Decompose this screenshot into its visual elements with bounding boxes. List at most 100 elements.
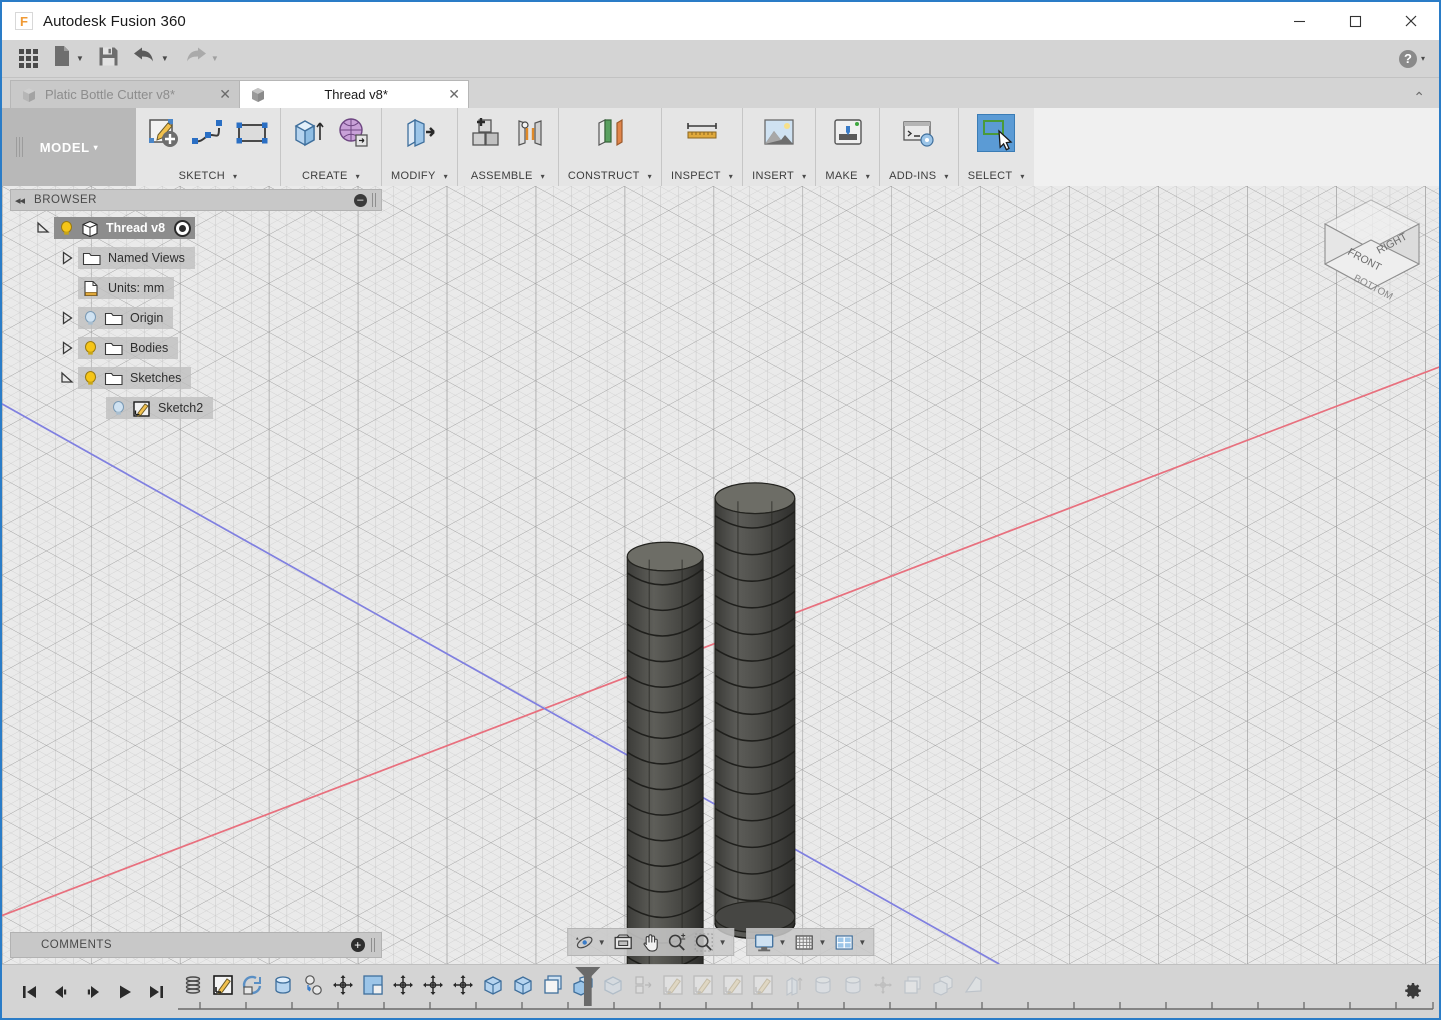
pattern-feature-icon[interactable]: [538, 970, 568, 1000]
pan-button[interactable]: [639, 930, 663, 954]
panel-label[interactable]: CREATE ▾: [302, 170, 360, 182]
tree-item-bodies[interactable]: Bodies: [10, 337, 382, 359]
help-button[interactable]: ? ▾: [1398, 49, 1425, 68]
sketch2-feature-icon[interactable]: [658, 970, 688, 1000]
select-icon[interactable]: [977, 114, 1016, 152]
insert-image-icon[interactable]: [760, 114, 798, 152]
extrude-feature-icon[interactable]: [778, 970, 808, 1000]
close-button[interactable]: [1383, 2, 1439, 40]
panel-label[interactable]: CONSTRUCT ▾: [568, 170, 652, 182]
move2-feature-icon[interactable]: [868, 970, 898, 1000]
maximize-button[interactable]: [1327, 2, 1383, 40]
3d-print-icon[interactable]: [829, 114, 867, 152]
fillet2-feature-icon[interactable]: [838, 970, 868, 1000]
visibility-bulb-icon[interactable]: [82, 340, 99, 357]
move-feature-icon[interactable]: [328, 970, 358, 1000]
box3-feature-icon[interactable]: [598, 970, 628, 1000]
panel-label[interactable]: SKETCH ▾: [179, 170, 238, 182]
3d-viewport[interactable]: ◂◂ BROWSER – Thread v8 Named Views Units…: [2, 186, 1439, 964]
step-back-button[interactable]: [46, 977, 76, 1007]
redo-button[interactable]: ▼: [178, 44, 224, 74]
add-comment-icon[interactable]: +: [351, 938, 365, 952]
play-button[interactable]: [110, 977, 140, 1007]
offset-plane-icon[interactable]: [591, 114, 629, 152]
measure-icon[interactable]: [683, 114, 721, 152]
visibility-bulb-icon[interactable]: [58, 220, 75, 237]
panel-label[interactable]: ASSEMBLE ▾: [471, 170, 545, 182]
extrude-icon[interactable]: [290, 114, 328, 152]
sketch5-feature-icon[interactable]: [748, 970, 778, 1000]
collapsed-triangle-icon[interactable]: [58, 339, 76, 357]
expanded-triangle-icon[interactable]: [34, 219, 52, 237]
shell-feature-icon[interactable]: [358, 970, 388, 1000]
mirror-feature-icon[interactable]: [958, 970, 988, 1000]
box2-feature-icon[interactable]: [508, 970, 538, 1000]
document-tab-thread[interactable]: Thread v8* ✕: [239, 80, 469, 108]
tree-item-sketch2[interactable]: Sketch2: [10, 397, 382, 419]
panel-label[interactable]: INSERT ▾: [752, 170, 806, 182]
tree-item-sketches[interactable]: Sketches: [10, 367, 382, 389]
close-icon[interactable]: ✕: [438, 86, 460, 103]
new-component-icon[interactable]: [467, 114, 505, 152]
panel-label[interactable]: ADD-INS ▾: [889, 170, 949, 182]
copy-paste-feature-icon[interactable]: [568, 970, 598, 1000]
panel-label[interactable]: MAKE ▾: [825, 170, 870, 182]
visibility-bulb-icon[interactable]: [110, 400, 127, 417]
coil-feature-icon[interactable]: [178, 970, 208, 1000]
tree-item-named-views[interactable]: Named Views: [10, 247, 382, 269]
pattern2-feature-icon[interactable]: [898, 970, 928, 1000]
move-copy-feature-icon[interactable]: [388, 970, 418, 1000]
zoom-window-button[interactable]: ▼: [692, 930, 730, 954]
new-document-button[interactable]: ▼: [47, 44, 89, 74]
panel-label[interactable]: INSPECT ▾: [671, 170, 733, 182]
spline-icon[interactable]: [189, 114, 227, 152]
cylinder-feature-icon[interactable]: [268, 970, 298, 1000]
joint-icon[interactable]: [511, 114, 549, 152]
tree-item-origin[interactable]: Origin: [10, 307, 382, 329]
copy2-feature-icon[interactable]: [928, 970, 958, 1000]
collapsed-triangle-icon[interactable]: [58, 249, 76, 267]
step-forward-button[interactable]: [78, 977, 108, 1007]
resize-grip-icon[interactable]: [372, 193, 377, 207]
comments-panel[interactable]: COMMENTS +: [10, 932, 382, 958]
tree-item-units[interactable]: Units: mm: [10, 277, 382, 299]
look-at-button[interactable]: [611, 930, 637, 954]
collapsed-triangle-icon[interactable]: [58, 309, 76, 327]
timeline-settings-button[interactable]: [1393, 982, 1433, 1002]
activate-component-radio[interactable]: [174, 219, 192, 237]
sketch3-feature-icon[interactable]: [688, 970, 718, 1000]
tree-item-thread-v8[interactable]: Thread v8: [10, 217, 382, 239]
undo-button[interactable]: ▼: [128, 44, 174, 74]
skip-to-start-button[interactable]: [14, 977, 44, 1007]
orbit-button[interactable]: ▼: [572, 930, 609, 954]
box-feature-icon[interactable]: [478, 970, 508, 1000]
skip-to-end-button[interactable]: [142, 977, 172, 1007]
combine-feature-icon[interactable]: [298, 970, 328, 1000]
panel-label[interactable]: MODIFY ▾: [391, 170, 448, 182]
zoom-button[interactable]: [665, 930, 690, 954]
resize-grip-icon[interactable]: [371, 938, 376, 952]
display-settings-button[interactable]: ▼: [752, 930, 790, 954]
rectangle-icon[interactable]: [233, 114, 271, 152]
move-copy2-feature-icon[interactable]: [418, 970, 448, 1000]
grid-snaps-button[interactable]: ▼: [791, 930, 829, 954]
create-sketch-icon[interactable]: [145, 114, 183, 152]
thread-body-left[interactable]: [626, 541, 704, 964]
press-pull-icon[interactable]: [400, 114, 438, 152]
minimize-button[interactable]: [1271, 2, 1327, 40]
scripts-addins-icon[interactable]: [900, 114, 938, 152]
view-cube[interactable]: FRONT RIGHT BOTTOM: [1313, 192, 1433, 303]
create-form-icon[interactable]: [334, 114, 372, 152]
app-grid-button[interactable]: [14, 44, 43, 74]
collapse-ribbon-icon[interactable]: ⌃: [1413, 89, 1425, 106]
workspace-switcher[interactable]: MODEL ▾: [2, 108, 136, 186]
visibility-bulb-icon[interactable]: [82, 370, 99, 387]
collapse-panel-icon[interactable]: ◂◂: [15, 194, 25, 207]
thread-body-right[interactable]: [714, 482, 796, 940]
sketch-feature-icon[interactable]: [208, 970, 238, 1000]
document-tab-plastic-bottle-cutter[interactable]: Platic Bottle Cutter v8* ✕: [10, 80, 240, 108]
close-icon[interactable]: ✕: [209, 86, 231, 103]
minimize-panel-icon[interactable]: –: [354, 193, 367, 207]
move-copy3-feature-icon[interactable]: [448, 970, 478, 1000]
viewports-button[interactable]: ▼: [831, 930, 869, 954]
